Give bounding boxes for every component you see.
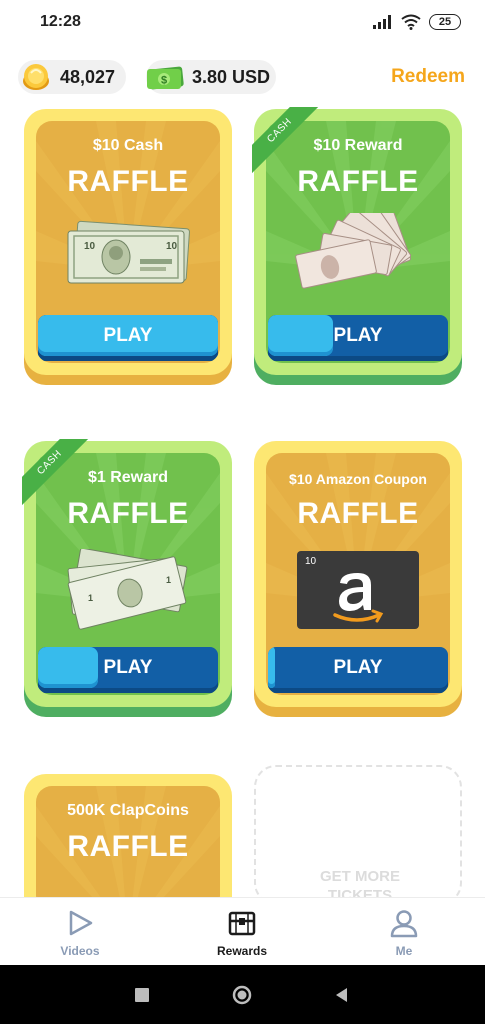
status-time: 12:28 bbox=[40, 13, 81, 30]
svg-text:10: 10 bbox=[84, 241, 96, 252]
card-panel: $10 Amazon Coupon RAFFLE 10 PLAY bbox=[266, 453, 450, 695]
svg-text:1: 1 bbox=[88, 593, 93, 603]
svg-text:$: $ bbox=[161, 75, 167, 87]
get-more-tickets-slot[interactable]: GET MORE TICKETS bbox=[254, 765, 462, 905]
bottom-navigation: Videos Rewards Me bbox=[0, 897, 485, 965]
battery-level: 25 bbox=[438, 16, 452, 28]
rewards-screen: 12:28 25 48,027 $ 3.80 USD Redeem $10 Ca… bbox=[0, 0, 485, 1024]
nav-label: Videos bbox=[60, 944, 100, 958]
battery-indicator: 25 bbox=[429, 14, 461, 30]
raffle-card-10-cash[interactable]: $10 Cash RAFFLE 10 10 PLAY bbox=[24, 109, 232, 385]
card-subtitle: RAFFLE bbox=[67, 165, 189, 198]
one-dollar-bills-icon: 1 1 bbox=[67, 549, 188, 630]
card-title: $10 Cash bbox=[92, 137, 164, 154]
coin-balance[interactable]: 48,027 bbox=[18, 60, 126, 94]
redeem-button[interactable]: Redeem bbox=[391, 66, 465, 88]
wifi-icon bbox=[401, 14, 421, 30]
cash-ribbon: CASH bbox=[22, 439, 92, 509]
coin-stack-icon bbox=[23, 64, 49, 90]
treasure-chest-icon bbox=[228, 911, 256, 936]
svg-text:10: 10 bbox=[166, 241, 178, 252]
nav-label: Rewards bbox=[216, 944, 268, 958]
status-bar: 12:28 25 bbox=[0, 0, 485, 44]
cash-balance[interactable]: $ 3.80 USD bbox=[146, 60, 276, 94]
card-title: 500K ClapCoins bbox=[67, 802, 189, 819]
ten-dollar-bills-icon: 10 10 bbox=[67, 220, 190, 284]
gift-card-value: 10 bbox=[305, 556, 317, 567]
nav-videos[interactable]: Videos bbox=[20, 898, 140, 966]
raffle-card-1-reward[interactable]: $1 Reward RAFFLE 1 1 PLAY CASH bbox=[22, 439, 232, 717]
home-icon[interactable] bbox=[232, 985, 252, 1005]
raffle-card-amazon-coupon[interactable]: $10 Amazon Coupon RAFFLE 10 PLAY bbox=[254, 441, 462, 717]
signal-icon bbox=[373, 15, 391, 29]
status-icons: 25 bbox=[373, 14, 461, 30]
play-button[interactable]: PLAY bbox=[38, 647, 218, 693]
play-button[interactable]: PLAY bbox=[268, 315, 448, 361]
card-title: $10 Amazon Coupon bbox=[289, 471, 427, 487]
raffle-card-10-reward[interactable]: $10 Reward RAFFLE PLAY CASH bbox=[252, 107, 462, 385]
ribbon-label: CASH bbox=[22, 439, 92, 506]
person-icon bbox=[390, 910, 418, 938]
back-icon[interactable] bbox=[332, 985, 352, 1005]
cash-bill-icon: $ bbox=[147, 66, 184, 90]
amazon-gift-card: 10 bbox=[297, 551, 419, 629]
card-panel: $10 Cash RAFFLE 10 10 PLAY bbox=[36, 121, 220, 363]
amazon-logo-icon bbox=[333, 573, 384, 623]
cash-ribbon: CASH bbox=[252, 107, 322, 177]
balance-header: 48,027 $ 3.80 USD Redeem bbox=[0, 58, 485, 98]
play-button-label: PLAY bbox=[333, 325, 383, 346]
nav-me[interactable]: Me bbox=[344, 898, 464, 966]
money-fan-icon bbox=[295, 213, 412, 289]
card-subtitle: RAFFLE bbox=[67, 830, 189, 863]
ribbon-label: CASH bbox=[252, 107, 322, 174]
cash-amount: 3.80 USD bbox=[192, 66, 271, 87]
coin-amount: 48,027 bbox=[60, 66, 116, 87]
play-button-label: PLAY bbox=[103, 657, 153, 678]
svg-text:1: 1 bbox=[166, 575, 171, 585]
play-button[interactable]: PLAY bbox=[38, 315, 218, 361]
recent-apps-icon[interactable] bbox=[132, 985, 152, 1005]
card-subtitle: RAFFLE bbox=[297, 497, 419, 530]
play-button[interactable]: PLAY bbox=[268, 647, 448, 693]
nav-label: Me bbox=[395, 944, 413, 958]
play-button-label: PLAY bbox=[333, 657, 383, 678]
nav-rewards[interactable]: Rewards bbox=[182, 898, 302, 966]
system-navigation-bar bbox=[0, 965, 485, 1024]
play-button-label: PLAY bbox=[103, 325, 153, 346]
play-triangle-icon bbox=[69, 910, 93, 936]
